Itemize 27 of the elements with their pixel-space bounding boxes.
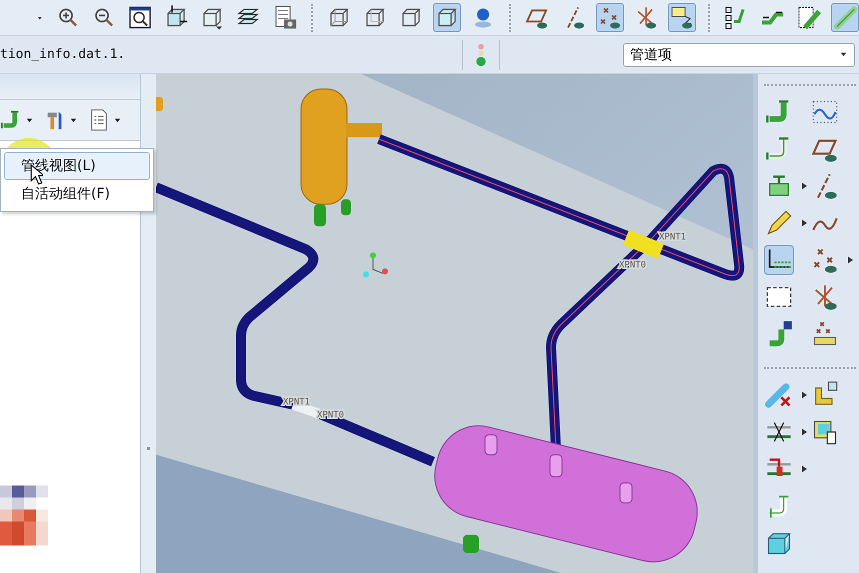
point-label: XPNT1	[659, 232, 686, 242]
points-icon[interactable]	[596, 3, 624, 32]
coordinate-triad	[363, 252, 388, 278]
traffic-light-icon	[475, 42, 487, 68]
flyout-arrow-icon[interactable]	[802, 182, 807, 190]
filter-dropdown[interactable]: 管道项	[623, 42, 855, 66]
pipe-icon[interactable]	[830, 3, 859, 32]
flyout-arrow-icon[interactable]	[848, 256, 853, 264]
flyout-arrow-icon[interactable]	[802, 218, 807, 226]
document-list-icon[interactable]	[88, 109, 110, 131]
tank-nozzle	[550, 454, 562, 478]
caret-icon	[839, 50, 848, 59]
tank-nozzle	[484, 434, 498, 456]
caret-icon[interactable]	[69, 116, 78, 124]
sketch-corner-icon[interactable]	[764, 244, 794, 274]
flyout-arrow-icon[interactable]	[802, 464, 807, 472]
message-text: tion_info.dat.1.	[0, 47, 126, 62]
flyout-arrow-icon[interactable]	[802, 428, 807, 436]
caret-icon[interactable]	[25, 116, 34, 124]
tank-nozzle	[620, 482, 632, 504]
flyout-arrow-icon[interactable]	[802, 390, 807, 398]
pipe-stub	[156, 97, 163, 112]
caret-icon[interactable]	[113, 116, 122, 124]
menu-item[interactable]: 自活动组件(F)	[4, 180, 150, 208]
note-icon[interactable]	[668, 3, 696, 32]
tank-foot	[463, 534, 479, 553]
shaded-cube-icon[interactable]	[433, 3, 462, 32]
